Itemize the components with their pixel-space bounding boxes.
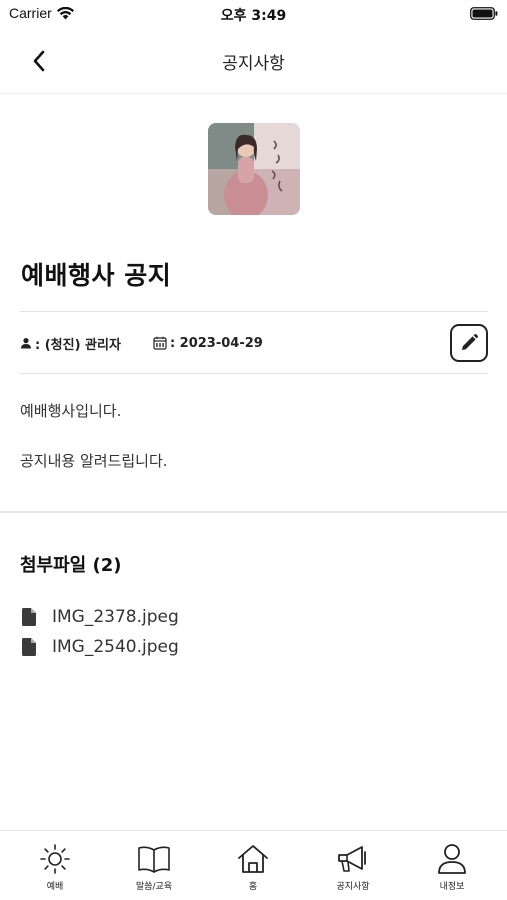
tab-my-info[interactable]: 내정보 bbox=[412, 843, 492, 895]
attachment-filename: IMG_2378.jpeg bbox=[52, 607, 179, 627]
file-icon bbox=[22, 608, 36, 626]
sun-icon bbox=[40, 844, 70, 874]
author-info: : (청진) 관리자 bbox=[20, 334, 121, 353]
tab-worship[interactable]: 예배 bbox=[15, 843, 95, 895]
navigation-bar: 공지사항 bbox=[0, 28, 507, 94]
date-info: : 2023-04-29 bbox=[153, 336, 263, 351]
tab-notice[interactable]: 공지사항 bbox=[313, 843, 393, 895]
section-divider bbox=[0, 511, 507, 513]
tab-sermon-education[interactable]: 말씀/교육 bbox=[114, 843, 194, 895]
post-meta: : (청진) 관리자 : 2023-04-29 bbox=[20, 333, 263, 353]
book-icon bbox=[138, 846, 170, 873]
person-icon bbox=[21, 338, 31, 349]
post-image[interactable] bbox=[208, 123, 300, 215]
page-title: 공지사항 bbox=[222, 54, 285, 74]
edit-button[interactable] bbox=[450, 324, 488, 362]
divider bbox=[20, 311, 488, 312]
attachment-item[interactable]: IMG_2540.jpeg bbox=[22, 636, 179, 658]
post-image-art bbox=[208, 123, 300, 215]
battery-icon bbox=[470, 7, 498, 20]
post-body-line: 예배행사입니다. bbox=[20, 402, 122, 420]
megaphone-icon bbox=[338, 846, 366, 872]
file-icon bbox=[22, 638, 36, 656]
calendar-icon bbox=[153, 336, 167, 350]
tab-bar: 예배 말씀/교육 홈 공지사항 내정보 bbox=[0, 830, 507, 900]
status-bar: Carrier 오후 3:49 bbox=[0, 0, 507, 28]
tab-label: 홈 bbox=[248, 882, 258, 892]
person-icon bbox=[438, 844, 466, 874]
attachments-heading: 첨부파일 (2) bbox=[20, 555, 122, 576]
tab-label: 내정보 bbox=[439, 882, 465, 892]
attachment-filename: IMG_2540.jpeg bbox=[52, 637, 179, 657]
tab-label: 공지사항 bbox=[336, 882, 370, 892]
attachment-item[interactable]: IMG_2378.jpeg bbox=[22, 606, 179, 628]
home-icon bbox=[238, 845, 268, 873]
post-title: 예배행사 공지 bbox=[21, 261, 172, 290]
post-body-line: 공지내용 알려드립니다. bbox=[20, 452, 168, 470]
tab-home[interactable]: 홈 bbox=[213, 843, 293, 895]
pencil-icon bbox=[462, 333, 479, 350]
author-label: : (청진) 관리자 bbox=[35, 337, 121, 353]
tab-label: 예배 bbox=[46, 882, 64, 892]
status-time: 오후 3:49 bbox=[220, 8, 287, 24]
date-label: : 2023-04-29 bbox=[169, 335, 263, 351]
divider bbox=[20, 373, 488, 374]
tab-label: 말씀/교육 bbox=[135, 882, 173, 892]
